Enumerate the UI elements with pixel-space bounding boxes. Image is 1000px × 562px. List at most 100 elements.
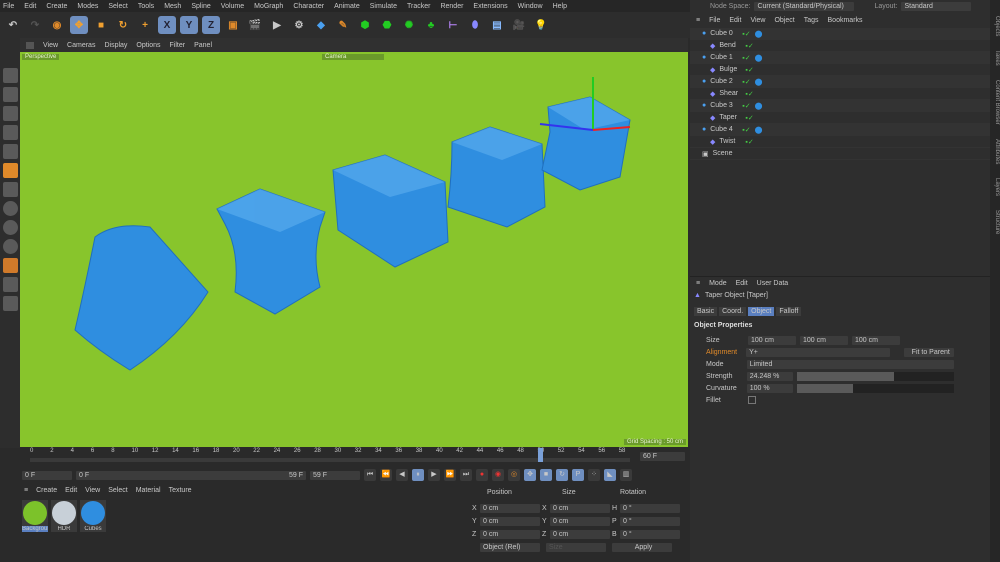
material-tag-icon[interactable]: ⬤	[755, 126, 763, 134]
material-menu-item[interactable]: View	[85, 487, 100, 494]
menu-modes[interactable]: Modes	[77, 3, 98, 10]
key-rotation-icon[interactable]: ↻	[556, 469, 568, 481]
timeline-ruler[interactable]: 0 2 4 6 8 10 12 14 16 18 20 22 24 26 28 30 32 34 36 38 40 42 4…	[22, 448, 637, 465]
camera-icon[interactable]: 🎥	[510, 16, 528, 34]
polygons-mode-icon[interactable]	[2, 144, 18, 159]
subdivision-icon[interactable]: ⬢	[356, 16, 374, 34]
size-y-field[interactable]: 100 cm	[800, 335, 848, 345]
apply-button[interactable]: Apply	[612, 543, 672, 552]
objects-menu-view[interactable]: View	[750, 17, 765, 24]
coord-mode-select[interactable]: Object (Rel)	[480, 543, 540, 552]
x-axis-button[interactable]: X	[158, 16, 176, 34]
record-icon[interactable]: ●	[476, 469, 488, 481]
material-tag-icon[interactable]: ⬤	[755, 54, 763, 62]
objects-menu-edit[interactable]: Edit	[729, 17, 741, 24]
material-menu-item[interactable]: Select	[108, 487, 127, 494]
menu-tools[interactable]: Tools	[138, 3, 154, 10]
pen-icon[interactable]: ✎	[334, 16, 352, 34]
coord-field[interactable]: 0 cm	[480, 517, 540, 526]
menu-volume[interactable]: Volume	[221, 3, 244, 10]
menu-animate[interactable]: Animate	[334, 3, 360, 10]
coord-field[interactable]: 0 °	[620, 517, 680, 526]
locked-workplane-icon[interactable]	[2, 296, 18, 311]
start-frame-field[interactable]: 0 F	[22, 470, 72, 480]
enabled-checkbox[interactable]: ▪✓	[745, 114, 753, 122]
autokey-icon[interactable]: ◉	[492, 469, 504, 481]
deformer-row[interactable]: ◆ Bend ▪✓	[690, 40, 990, 52]
viewport-menu-options[interactable]: Options	[136, 42, 160, 49]
side-tab[interactable]: Content Browser	[990, 80, 1000, 125]
object-row[interactable]: ● Cube 4 ▪✓ ⬤	[690, 124, 990, 136]
viewport-menu-filter[interactable]: Filter	[170, 42, 186, 49]
axis-mode-icon[interactable]	[2, 163, 18, 178]
size-mode-select[interactable]: Size	[546, 543, 606, 552]
key-scale-icon[interactable]: ■	[540, 469, 552, 481]
keyframe-selection-icon[interactable]: ◎	[508, 469, 520, 481]
visibility-checkbox[interactable]: ▪✓	[742, 126, 750, 134]
key-pla-icon[interactable]: ⁘	[588, 469, 600, 481]
menu-window[interactable]: Window	[518, 3, 543, 10]
make-editable-icon[interactable]	[2, 68, 18, 83]
cloner-icon[interactable]: ✺	[400, 16, 418, 34]
coord-field[interactable]: 0 cm	[550, 504, 610, 513]
panel-icon[interactable]	[26, 41, 34, 49]
edges-mode-icon[interactable]	[2, 125, 18, 140]
key-position-icon[interactable]: ✥	[524, 469, 536, 481]
tab-coord[interactable]: Coord.	[719, 307, 747, 316]
floor-icon[interactable]: ▤	[488, 16, 506, 34]
hamburger-icon[interactable]: ≡	[24, 487, 28, 494]
objects-menu-tags[interactable]: Tags	[804, 17, 819, 24]
world-coords-icon[interactable]: ▣	[224, 16, 242, 34]
menu-select[interactable]: Select	[108, 3, 127, 10]
menu-spline[interactable]: Spline	[191, 3, 210, 10]
side-tab[interactable]: Attributes	[990, 139, 1000, 164]
visibility-checkbox[interactable]: ▪✓	[742, 102, 750, 110]
deformer-row[interactable]: ◆ Shear ▪✓	[690, 88, 990, 100]
menu-mesh[interactable]: Mesh	[164, 3, 181, 10]
side-tab[interactable]: Structure	[990, 210, 1000, 234]
enabled-checkbox[interactable]: ▪✓	[745, 138, 753, 146]
next-key-icon[interactable]: ⏩	[444, 469, 456, 481]
menu-render[interactable]: Render	[440, 3, 463, 10]
cube-icon[interactable]: ◆	[312, 16, 330, 34]
select-tool-icon[interactable]: ◉	[48, 16, 66, 34]
z-axis-button[interactable]: Z	[202, 16, 220, 34]
object-row[interactable]: ● Cube 0 ▪✓ ⬤	[690, 28, 990, 40]
size-x-field[interactable]: 100 cm	[748, 335, 796, 345]
menu-create[interactable]: Create	[46, 3, 67, 10]
go-to-end-icon[interactable]: ⏭	[460, 469, 472, 481]
alignment-select[interactable]: Y+	[746, 347, 891, 357]
light-icon[interactable]: 💡	[532, 16, 550, 34]
enabled-checkbox[interactable]: ▪✓	[745, 66, 753, 74]
field-icon[interactable]: ⬮	[466, 16, 484, 34]
side-tab[interactable]: Layers	[990, 178, 1000, 196]
viewport-menu-display[interactable]: Display	[104, 42, 127, 49]
mode-select[interactable]: Limited	[746, 359, 954, 369]
deformer-row[interactable]: ◆ Bulge ▪✓	[690, 64, 990, 76]
fillet-checkbox[interactable]	[748, 396, 756, 404]
tab-basic[interactable]: Basic	[694, 307, 718, 316]
material-tag-icon[interactable]: ⬤	[755, 102, 763, 110]
menu-simulate[interactable]: Simulate	[370, 3, 397, 10]
menu-mograph[interactable]: MoGraph	[254, 3, 283, 10]
points-mode-icon[interactable]	[2, 106, 18, 121]
coordinate-icon[interactable]: +	[136, 16, 154, 34]
enabled-checkbox[interactable]: ▪✓	[745, 42, 753, 50]
material-menu-item[interactable]: Material	[136, 487, 161, 494]
coord-field[interactable]: 0 cm	[480, 530, 540, 539]
deformer-row[interactable]: ◆ Taper ▪✓	[690, 112, 990, 124]
menu-character[interactable]: Character	[293, 3, 324, 10]
size-z-field[interactable]: 100 cm	[852, 335, 900, 345]
material-menu-item[interactable]: Edit	[65, 487, 77, 494]
material-menu-item[interactable]: Texture	[169, 487, 192, 494]
material-tag-icon[interactable]: ⬤	[755, 78, 763, 86]
playhead[interactable]	[537, 448, 543, 462]
tab-falloff[interactable]: Falloff	[776, 307, 802, 316]
coord-field[interactable]: 0 cm	[480, 504, 540, 513]
viewport-menu-cameras[interactable]: Cameras	[67, 42, 95, 49]
side-tab[interactable]: Objects	[990, 16, 1000, 36]
material-swatch[interactable]: HDR	[51, 500, 77, 532]
coord-field[interactable]: 0 °	[620, 504, 680, 513]
strength-slider[interactable]	[797, 371, 954, 381]
object-row[interactable]: ● Cube 3 ▪✓ ⬤	[690, 100, 990, 112]
